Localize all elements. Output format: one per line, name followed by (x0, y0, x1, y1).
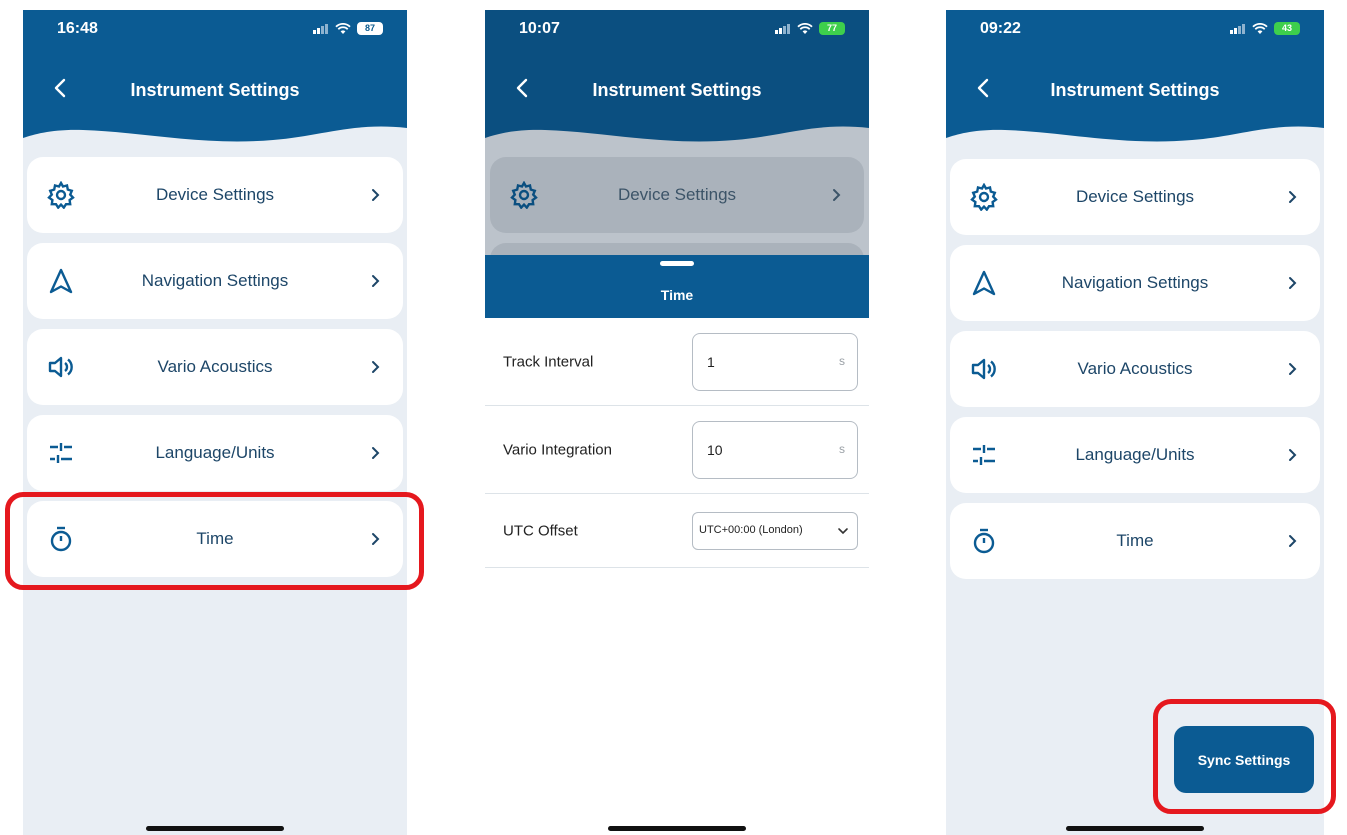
menu-item-vario-acoustics[interactable]: Vario Acoustics (950, 331, 1320, 407)
chevron-right-icon (1289, 191, 1297, 203)
menu-item-device-settings[interactable]: Device Settings (27, 157, 403, 233)
signal-icon (313, 23, 328, 34)
signal-icon (1230, 23, 1245, 34)
phone-screen-settings-menu: 16:48 87 Instrument Settings Device Sett… (23, 10, 407, 835)
highlight-sync-button (1153, 699, 1336, 814)
navigation-arrow-icon (49, 268, 73, 294)
field-label: Vario Integration (503, 441, 612, 458)
chevron-right-icon (1289, 363, 1297, 375)
settings-menu: Device Settings Navigation Settings Vari… (950, 159, 1320, 589)
menu-item-vario-acoustics[interactable]: Vario Acoustics (27, 329, 403, 405)
sheet-title: Time (660, 287, 694, 303)
sheet-header: Time (485, 255, 869, 318)
gear-icon (510, 181, 538, 209)
stopwatch-icon (973, 528, 995, 554)
menu-item-label: Navigation Settings (141, 271, 289, 290)
wifi-icon (1252, 22, 1268, 34)
menu-item-label: Time (1116, 531, 1154, 550)
chevron-right-icon (833, 189, 841, 201)
speaker-icon (971, 358, 996, 380)
menu-item-label: Language/Units (1075, 445, 1195, 464)
home-indicator (608, 826, 746, 831)
app-header: 09:22 43 Instrument Settings (946, 10, 1324, 170)
input-unit: s (839, 442, 845, 456)
highlight-time-item (5, 492, 424, 590)
signal-icon (775, 23, 790, 34)
input-value: 1 (707, 354, 715, 370)
menu-item-label: Language/Units (155, 443, 275, 462)
input-unit: s (839, 354, 845, 368)
status-icons: 43 (1230, 22, 1300, 35)
chevron-right-icon (1289, 277, 1297, 289)
gear-icon (970, 183, 998, 211)
status-time: 09:22 (980, 20, 1021, 37)
menu-item-language-units[interactable]: Language/Units (950, 417, 1320, 493)
status-time: 16:48 (57, 20, 98, 37)
menu-item-label: Vario Acoustics (157, 357, 273, 376)
home-indicator (146, 826, 284, 831)
page-title: Instrument Settings (130, 80, 300, 100)
menu-item-device-settings[interactable]: Device Settings (950, 159, 1320, 235)
form-row-utc-offset: UTC Offset UTC+00:00 (London) (485, 494, 869, 568)
phone-screen-time-sheet: Device Settings 10:07 77 Instrument Sett… (485, 10, 869, 835)
status-icons: 77 (775, 22, 845, 35)
vario-integration-input[interactable]: 10 s (692, 421, 858, 479)
home-indicator (1066, 826, 1204, 831)
battery-indicator: 87 (357, 22, 383, 35)
navigation-arrow-icon (972, 270, 996, 296)
battery-indicator: 77 (819, 22, 845, 35)
menu-item-label: Vario Acoustics (1077, 359, 1193, 378)
menu-item-language-units[interactable]: Language/Units (27, 415, 403, 491)
menu-item-label: Device Settings (155, 185, 275, 204)
menu-item-device-settings: Device Settings (490, 157, 864, 233)
app-header: 16:48 87 Instrument Settings (23, 10, 407, 170)
input-value: 10 (707, 442, 723, 458)
menu-item-label: Navigation Settings (1061, 273, 1209, 292)
sheet-grabber[interactable] (660, 261, 694, 266)
form-row-vario-integration: Vario Integration 10 s (485, 406, 869, 494)
gear-icon (47, 181, 75, 209)
menu-item-label: Device Settings (1075, 187, 1195, 206)
menu-item-navigation-settings[interactable]: Navigation Settings (950, 245, 1320, 321)
chevron-right-icon (372, 361, 380, 373)
field-label: Track Interval (503, 353, 594, 370)
field-label: UTC Offset (503, 522, 578, 539)
utc-offset-select[interactable]: UTC+00:00 (London) (692, 512, 858, 550)
sliders-icon (973, 445, 995, 465)
chevron-right-icon (1289, 449, 1297, 461)
sliders-icon (50, 443, 72, 463)
chevron-right-icon (372, 189, 380, 201)
select-value: UTC+00:00 (London) (699, 524, 803, 536)
speaker-icon (48, 356, 73, 378)
page-title: Instrument Settings (1050, 80, 1220, 100)
chevron-right-icon (372, 275, 380, 287)
battery-indicator: 43 (1274, 22, 1300, 35)
dimmed-background: Device Settings (485, 10, 869, 262)
wifi-icon (335, 22, 351, 34)
track-interval-input[interactable]: 1 s (692, 333, 858, 391)
wifi-icon (797, 22, 813, 34)
chevron-down-icon (838, 528, 848, 535)
menu-item-navigation-settings[interactable]: Navigation Settings (27, 243, 403, 319)
status-time: 10:07 (519, 20, 560, 37)
form-row-track-interval: Track Interval 1 s (485, 318, 869, 406)
menu-item-label: Device Settings (617, 185, 737, 204)
chevron-right-icon (372, 447, 380, 459)
chevron-right-icon (1289, 535, 1297, 547)
status-icons: 87 (313, 22, 383, 35)
page-title: Instrument Settings (592, 80, 762, 100)
menu-item-time[interactable]: Time (950, 503, 1320, 579)
